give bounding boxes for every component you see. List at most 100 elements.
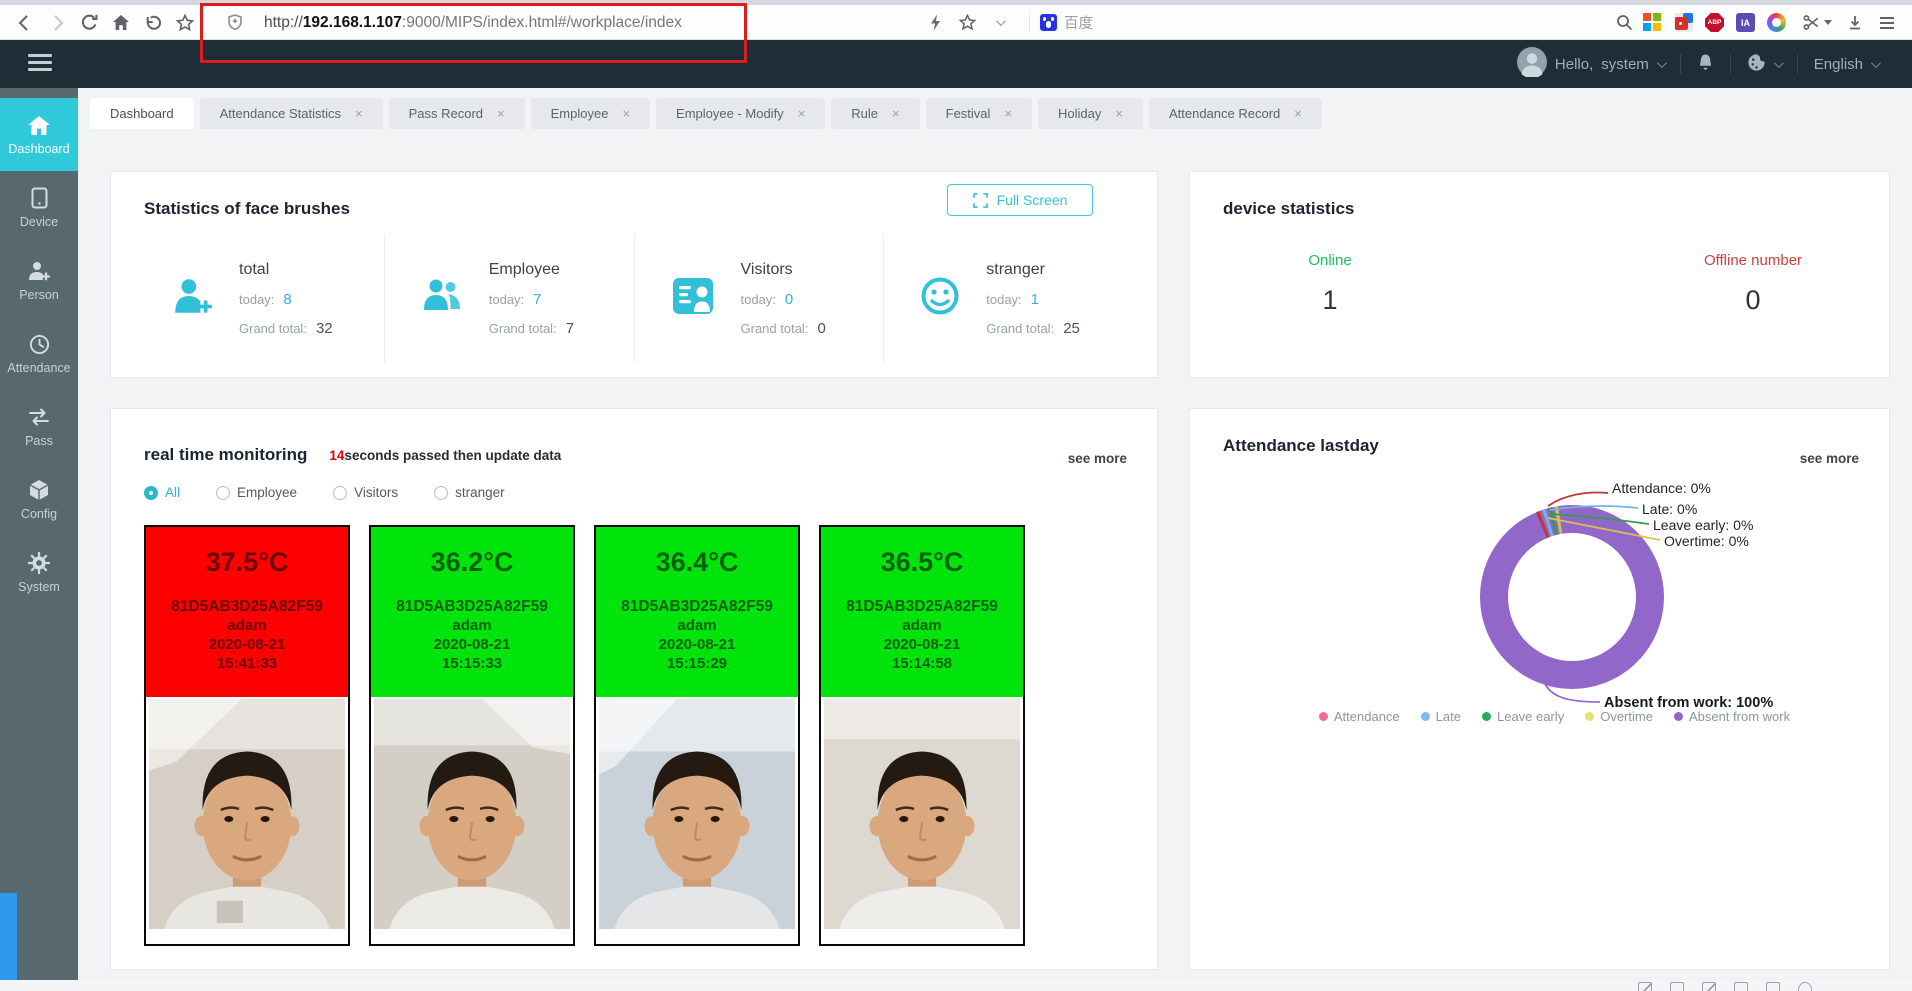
scissors-icon[interactable] <box>1798 9 1824 37</box>
page-bottom-strip <box>0 980 1912 991</box>
page-tabbar: Dashboard Attendance Statistics× Pass Re… <box>78 98 1912 129</box>
chevron-down-icon[interactable] <box>987 9 1013 37</box>
filter-stranger[interactable]: stranger <box>434 485 505 500</box>
close-icon[interactable]: × <box>798 107 806 120</box>
close-icon[interactable]: × <box>497 107 505 120</box>
grand-total-count: 32 <box>316 320 333 337</box>
legend-leave-early[interactable]: Leave early <box>1482 709 1564 724</box>
side-drawer-handle[interactable] <box>0 893 17 980</box>
quick-search-box[interactable]: 百度 <box>1040 12 1370 33</box>
device-id: 81D5AB3D25A82F59 <box>146 598 348 616</box>
legend-absent[interactable]: Absent from work <box>1674 709 1790 724</box>
undo-icon[interactable] <box>140 9 166 37</box>
back-icon[interactable] <box>12 9 38 37</box>
clock-icon <box>29 333 50 356</box>
tab-employee[interactable]: Employee× <box>531 98 650 129</box>
annotation-toolbar-icons[interactable] <box>1638 982 1812 991</box>
legend-attendance[interactable]: Attendance <box>1319 709 1400 724</box>
temperature: 36.4°C <box>596 527 798 578</box>
address-bar[interactable]: http://192.168.1.107:9000/MIPS/index.htm… <box>264 14 682 32</box>
extension-microsoft-icon[interactable] <box>1643 13 1662 32</box>
sidebar-item-label: Person <box>19 288 59 302</box>
extension-colorwheel-icon[interactable] <box>1767 13 1786 32</box>
people-icon <box>421 276 463 321</box>
download-icon[interactable] <box>1842 9 1868 37</box>
search-icon[interactable] <box>1611 9 1637 37</box>
tab-rule[interactable]: Rule× <box>831 98 919 129</box>
online-count: 1 <box>1245 285 1415 316</box>
tab-festival[interactable]: Festival× <box>926 98 1032 129</box>
close-icon[interactable]: × <box>1004 107 1012 120</box>
update-countdown: 14seconds passed then update data <box>329 448 561 463</box>
monitor-card: 37.5°C 81D5AB3D25A82F59 adam 2020-08-21 … <box>144 525 350 946</box>
extension-dice-icon[interactable] <box>1674 13 1693 32</box>
close-icon[interactable]: × <box>892 107 900 120</box>
tab-attendance-statistics[interactable]: Attendance Statistics× <box>200 98 383 129</box>
sidebar-item-system[interactable]: System <box>0 536 78 609</box>
tab-employee-modify[interactable]: Employee - Modify× <box>656 98 825 129</box>
panel-title: Statistics of face brushes <box>144 199 350 219</box>
gear-icon <box>28 552 50 575</box>
tab-holiday[interactable]: Holiday× <box>1038 98 1143 129</box>
home-icon[interactable] <box>108 9 134 37</box>
chevron-down-icon <box>1657 58 1667 68</box>
chart-callout: Overtime: 0% <box>1664 533 1749 549</box>
legend-late[interactable]: Late <box>1421 709 1461 724</box>
site-shield-icon[interactable] <box>222 9 248 37</box>
avatar <box>1517 47 1547 81</box>
browser-window: http://192.168.1.107:9000/MIPS/index.htm… <box>0 0 1912 991</box>
sidebar-item-pass[interactable]: Pass <box>0 390 78 463</box>
filter-visitors[interactable]: Visitors <box>333 485 398 500</box>
favorites-star-icon[interactable] <box>955 9 981 37</box>
stat-visitors: Visitors today:0 Grand total:0 <box>635 234 885 363</box>
greeting-text: Hello, <box>1555 56 1593 73</box>
close-icon[interactable]: × <box>1115 107 1123 120</box>
extension-ia-icon[interactable]: IA <box>1736 13 1755 32</box>
face-photo <box>824 699 1020 929</box>
filter-employee[interactable]: Employee <box>216 485 297 500</box>
tab-pass-record[interactable]: Pass Record× <box>389 98 525 129</box>
legend-overtime[interactable]: Overtime <box>1585 709 1653 724</box>
monitor-card: 36.5°C 81D5AB3D25A82F59 adam 2020-08-21 … <box>819 525 1025 946</box>
tab-dashboard[interactable]: Dashboard <box>90 98 194 129</box>
reload-icon[interactable] <box>76 9 102 37</box>
user-menu[interactable]: Hello, system <box>1517 47 1664 81</box>
close-icon[interactable]: × <box>355 107 363 120</box>
forward-icon[interactable] <box>44 9 70 37</box>
cube-icon <box>29 479 49 502</box>
grand-total-count: 0 <box>817 320 825 337</box>
capture-date: 2020-08-21 <box>146 636 348 654</box>
capture-date: 2020-08-21 <box>371 636 573 654</box>
notifications-button[interactable] <box>1697 53 1714 76</box>
bookmark-star-icon[interactable] <box>172 9 198 37</box>
scissors-menu-caret[interactable] <box>1824 20 1832 25</box>
sidebar-item-config[interactable]: Config <box>0 463 78 536</box>
see-more-link[interactable]: see more <box>1068 451 1127 466</box>
sidebar-item-attendance[interactable]: Attendance <box>0 317 78 390</box>
chevron-down-icon <box>1774 58 1784 68</box>
bell-icon <box>1697 53 1714 76</box>
sidebar-item-person[interactable]: Person <box>0 244 78 317</box>
language-menu[interactable]: English <box>1814 56 1878 73</box>
flash-icon[interactable] <box>923 9 949 37</box>
capture-time: 15:41:33 <box>146 655 348 673</box>
browser-menu-icon[interactable] <box>1874 9 1900 37</box>
legend-dot <box>1421 712 1430 721</box>
today-count: 1 <box>1031 291 1039 308</box>
sidebar-item-device[interactable]: Device <box>0 171 78 244</box>
sidebar-toggle-icon[interactable] <box>28 54 52 75</box>
sidebar-item-label: Config <box>21 507 57 521</box>
grand-total-count: 25 <box>1063 320 1080 337</box>
filter-all[interactable]: All <box>144 485 180 500</box>
tab-attendance-record[interactable]: Attendance Record× <box>1149 98 1322 129</box>
person-name: adam <box>821 617 1023 635</box>
legend-dot <box>1319 712 1328 721</box>
theme-menu[interactable] <box>1747 53 1781 76</box>
close-icon[interactable]: × <box>622 107 630 120</box>
smiley-icon <box>920 276 960 321</box>
fullscreen-icon <box>973 193 988 208</box>
full-screen-button[interactable]: Full Screen <box>947 184 1093 216</box>
close-icon[interactable]: × <box>1294 107 1302 120</box>
sidebar-item-dashboard[interactable]: Dashboard <box>0 98 78 171</box>
extension-adblock-icon[interactable]: ABP <box>1705 13 1724 32</box>
